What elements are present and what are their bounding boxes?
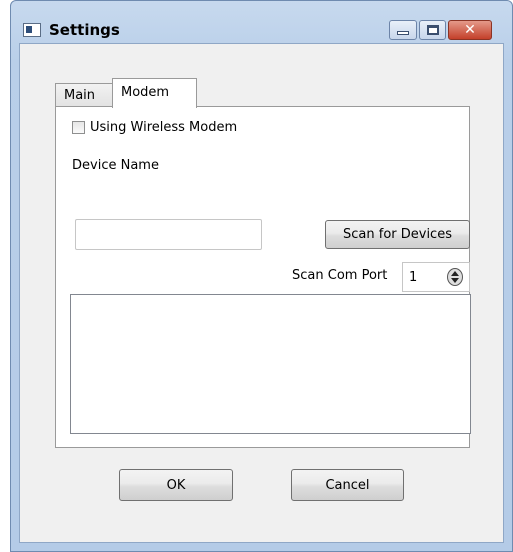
- tab-modem-label: Modem: [121, 85, 170, 100]
- modem-tab-panel: Using Wireless Modem Device Name Scan fo…: [55, 106, 471, 448]
- settings-window: Settings ✕ Main Modem Using Wireless Mod…: [10, 0, 513, 552]
- minimize-button[interactable]: [389, 20, 417, 40]
- wireless-modem-label: Using Wireless Modem: [90, 120, 238, 135]
- scan-com-port-spinner[interactable]: 1: [402, 262, 470, 292]
- scan-com-port-value: 1: [409, 270, 418, 285]
- device-name-field[interactable]: [75, 219, 262, 250]
- ok-button[interactable]: OK: [119, 469, 233, 501]
- cancel-button[interactable]: Cancel: [291, 469, 404, 501]
- window-app-icon[interactable]: [23, 23, 41, 37]
- maximize-button[interactable]: [419, 20, 446, 40]
- close-button[interactable]: ✕: [448, 20, 492, 40]
- minimize-icon: [397, 31, 409, 35]
- tab-main[interactable]: Main: [55, 83, 115, 107]
- device-name-label: Device Name: [72, 158, 159, 173]
- scan-for-devices-button[interactable]: Scan for Devices: [325, 220, 470, 249]
- scan-com-port-label: Scan Com Port: [292, 268, 388, 283]
- spin-down-icon[interactable]: [451, 278, 459, 283]
- dialog-client-area: Main Modem Using Wireless Modem Device N…: [19, 43, 504, 543]
- close-icon: ✕: [464, 22, 476, 38]
- spin-arrows-icon[interactable]: [447, 268, 463, 286]
- title-bar[interactable]: Settings ✕: [11, 1, 512, 43]
- wireless-modem-option[interactable]: Using Wireless Modem: [72, 120, 237, 135]
- wireless-modem-checkbox[interactable]: [72, 121, 85, 134]
- devices-list[interactable]: [70, 294, 471, 434]
- window-title: Settings: [49, 21, 120, 39]
- maximize-icon: [426, 25, 439, 35]
- spin-up-icon[interactable]: [451, 271, 459, 276]
- tab-main-label: Main: [64, 88, 96, 103]
- tab-modem[interactable]: Modem: [112, 78, 197, 108]
